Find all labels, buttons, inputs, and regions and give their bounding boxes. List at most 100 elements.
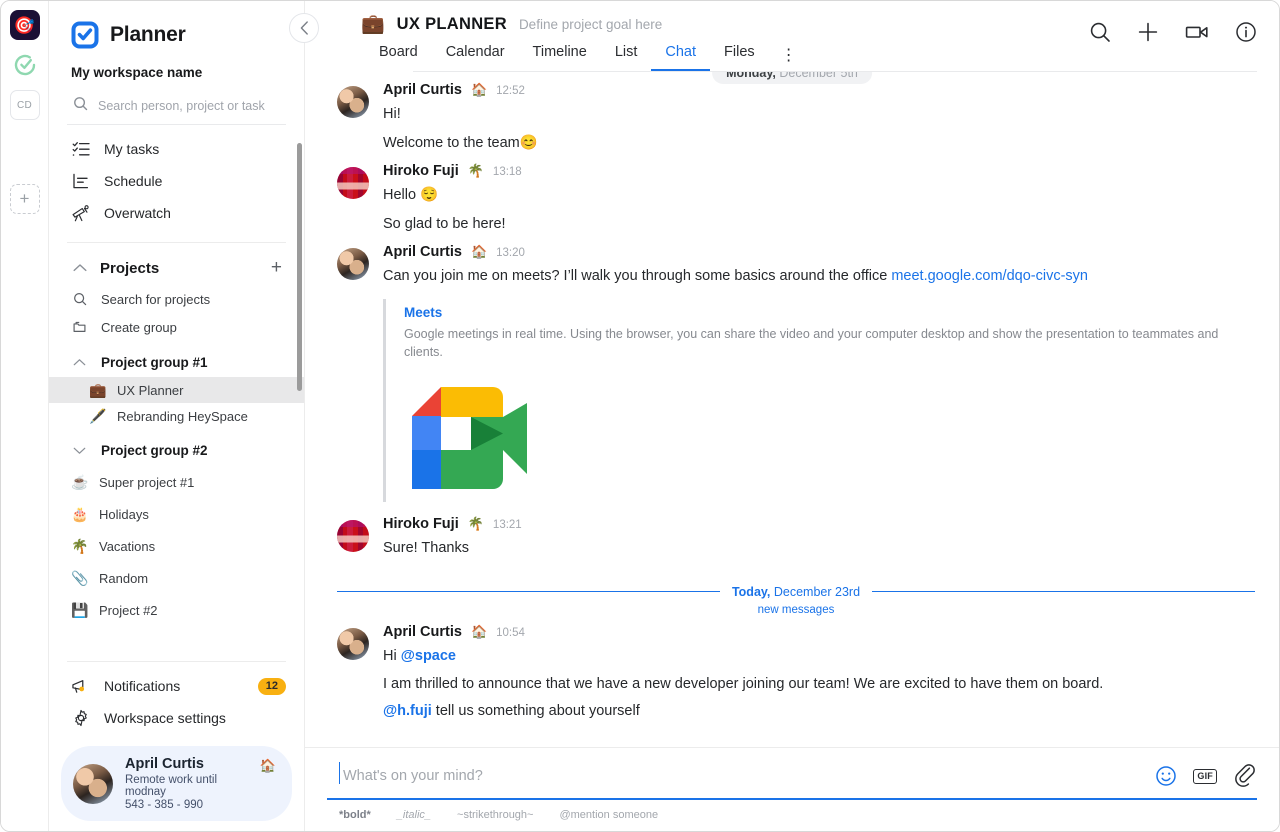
header-divider (413, 71, 1257, 72)
workspace-name: My workspace name (49, 49, 304, 80)
project-group-1[interactable]: Project group #1 (49, 347, 304, 377)
rail-cd-label: CD (17, 100, 32, 111)
main-panel: 💼 UX PLANNER Define project goal here (305, 1, 1279, 831)
message-body: April Curtis 🏠 10:54 Hi @space I am thri… (383, 624, 1255, 722)
rail-workspace-cd[interactable]: CD (10, 90, 40, 120)
tab-chat[interactable]: Chat (651, 44, 710, 71)
chevron-down-icon (71, 446, 88, 455)
chat-message: April Curtis 🏠 13:20 Can you join me on … (337, 234, 1255, 502)
tab-overflow-icon[interactable]: ⋮ (769, 49, 809, 71)
check-circle-icon[interactable] (10, 50, 40, 80)
project-item-label: Holidays (99, 507, 149, 522)
sidebar-item-create-group[interactable]: Create group (49, 313, 304, 341)
project-item-ux-planner[interactable]: 💼 UX Planner (49, 377, 304, 403)
chat-message-list: Monday, December 5th April Curtis 🏠 12:5… (305, 72, 1279, 747)
message-time: 13:20 (496, 247, 525, 259)
avatar (337, 520, 369, 552)
emoji-icon[interactable] (1155, 765, 1177, 787)
profile-phone: 543 - 385 - 990 (125, 799, 248, 811)
message-author: April Curtis (383, 244, 462, 260)
project-item-super-project-1[interactable]: ☕ Super project #1 (49, 469, 304, 495)
project-item-label: Vacations (99, 539, 155, 554)
hint-italic: _italic_ (397, 809, 431, 821)
info-icon[interactable] (1235, 21, 1257, 43)
video-camera-icon[interactable] (1185, 22, 1209, 42)
message-input[interactable] (339, 768, 1139, 784)
megaphone-icon (71, 678, 90, 695)
add-project-button[interactable]: + (271, 257, 282, 279)
cake-icon: 🎂 (71, 507, 88, 521)
palm-tree-icon: 🌴 (468, 516, 484, 532)
sidebar-divider (67, 661, 286, 662)
paperclip-icon[interactable] (1233, 764, 1255, 788)
sidebar-item-workspace-settings[interactable]: Workspace settings (49, 702, 304, 734)
project-item-rebranding-heyspace[interactable]: 🖋️ Rebranding HeySpace (49, 403, 304, 429)
project-item-project-2[interactable]: 💾 Project #2 (49, 597, 304, 623)
project-goal[interactable]: Define project goal here (519, 17, 662, 32)
chat-message: Hiroko Fuji 🌴 13:21 Sure! Thanks (337, 502, 1255, 559)
chevron-up-icon[interactable] (71, 263, 88, 273)
search-icon[interactable] (1089, 21, 1111, 43)
tab-timeline[interactable]: Timeline (519, 44, 601, 71)
plus-icon[interactable] (1137, 21, 1159, 43)
gif-button[interactable]: GIF (1193, 769, 1217, 784)
project-item-holidays[interactable]: 🎂 Holidays (49, 501, 304, 527)
search-input[interactable] (98, 99, 282, 113)
sidebar-bottom: Notifications 12 Workspace settings Apri… (49, 661, 304, 831)
sidebar: Planner My workspace name (49, 1, 305, 831)
date-separator-day: Monday, (726, 72, 776, 80)
sidebar-item-overwatch[interactable]: Overwatch (49, 197, 304, 229)
avatar (73, 764, 113, 804)
link-preview-title[interactable]: Meets (404, 305, 1255, 320)
project-item-label: Rebranding HeySpace (117, 409, 248, 424)
project-item-vacations[interactable]: 🌴 Vacations (49, 533, 304, 559)
message-text: Sure! Thanks (383, 532, 1255, 559)
mention-hfuji[interactable]: @h.fuji (383, 703, 432, 719)
message-text-part: Can you join me on meets? I’ll walk you … (383, 268, 891, 284)
sidebar-item-search-for-projects[interactable]: Search for projects (49, 285, 304, 313)
composer-input-row[interactable]: GIF (327, 764, 1257, 800)
message-text-part: tell us something about yourself (432, 703, 640, 719)
date-separator-rest: December 5th (776, 72, 858, 80)
message-text: Hi! (383, 98, 1255, 125)
plus-icon: + (20, 189, 30, 209)
collapse-sidebar-button[interactable] (289, 13, 319, 43)
tab-board[interactable]: Board (365, 44, 432, 71)
sidebar-scrollbar[interactable] (297, 143, 302, 391)
mention-space[interactable]: @space (401, 648, 456, 664)
message-author: Hiroko Fuji (383, 163, 459, 179)
hint-strikethrough: ~strikethrough~ (457, 809, 533, 821)
sidebar-item-my-tasks[interactable]: My tasks (49, 133, 304, 165)
project-item-random[interactable]: 📎 Random (49, 565, 304, 591)
add-workspace-button[interactable]: + (10, 184, 40, 214)
projects-section-title: Projects (100, 260, 259, 277)
project-group-2[interactable]: Project group #2 (49, 435, 304, 465)
paperclip-icon: 📎 (71, 571, 88, 585)
user-profile-card[interactable]: April Curtis Remote work until modnay 54… (61, 746, 292, 821)
message-text: So glad to be here! (383, 206, 1255, 235)
tab-calendar[interactable]: Calendar (432, 44, 519, 71)
tab-list[interactable]: List (601, 44, 652, 71)
project-item-label: Super project #1 (99, 475, 194, 490)
palm-tree-icon: 🌴 (468, 163, 484, 179)
sidebar-search[interactable] (67, 92, 286, 125)
sidebar-item-notifications[interactable]: Notifications 12 (49, 670, 304, 702)
sidebar-scroll-area: My tasks Schedule (49, 125, 304, 661)
divider-line (337, 591, 720, 592)
link-preview-card[interactable]: Meets Google meetings in real time. Usin… (383, 299, 1255, 502)
notifications-badge: 12 (258, 678, 286, 695)
workspace-avatar-icon[interactable]: 🎯 (10, 10, 40, 40)
formatting-hints: *bold* _italic_ ~strikethrough~ @mention… (327, 800, 1257, 821)
home-icon: 🏠 (260, 758, 276, 774)
text-caret (339, 762, 340, 784)
message-time: 10:54 (496, 627, 525, 639)
project-group-label: Project group #2 (101, 443, 208, 458)
message-body: Hiroko Fuji 🌴 13:21 Sure! Thanks (383, 516, 1255, 559)
meet-link[interactable]: meet.google.com/dqo-civc-syn (891, 268, 1088, 284)
today-divider-rest: December 23rd (770, 585, 860, 599)
sidebar-item-label: Search for projects (101, 292, 210, 307)
tab-files[interactable]: Files (710, 44, 769, 71)
chat-message: Hiroko Fuji 🌴 13:18 Hello 😌 So glad to b… (337, 153, 1255, 234)
sidebar-item-schedule[interactable]: Schedule (49, 165, 304, 197)
page-title: UX PLANNER (397, 15, 507, 34)
